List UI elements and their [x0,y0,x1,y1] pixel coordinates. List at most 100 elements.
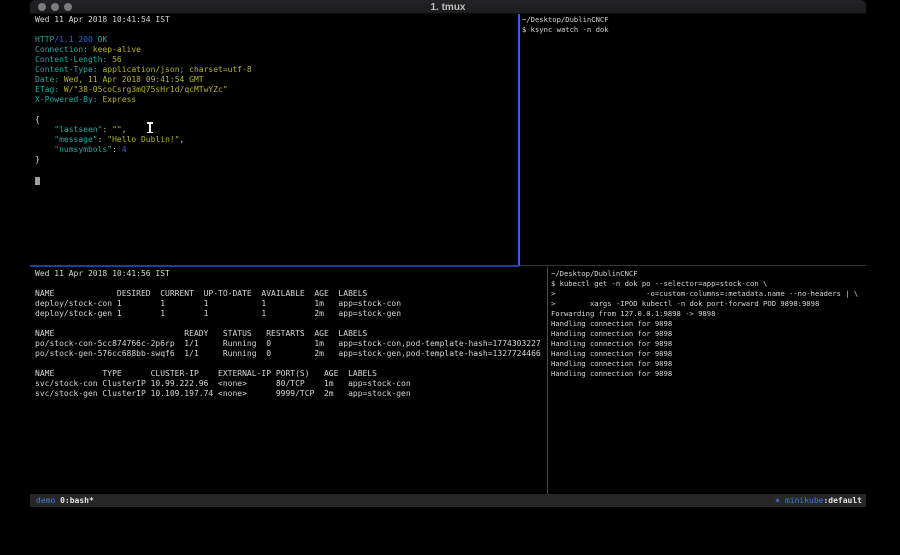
terminal-line: Content-Type: application/json; charset=… [35,65,515,75]
text-segment: ~/Desktop/DublinCNCF [522,15,609,24]
window-tab-0-bash[interactable]: 0:bash* [60,496,94,505]
text-segment: Connection: [35,45,88,54]
terminal-line: Handling connection for 9898 [551,319,863,329]
terminal-line: svc/stock-con ClusterIP 10.99.222.96 <no… [35,379,545,389]
text-segment: Handling connection for 9898 [551,329,672,338]
terminal-line: ~/Desktop/DublinCNCF [522,15,862,25]
text-segment: Wed 11 Apr 2018 10:41:54 IST [35,15,170,24]
text-segment: Handling connection for 9898 [551,339,672,348]
text-segment: Wed, 11 Apr 2018 09:41:54 GMT [59,75,204,84]
text-segment: : [98,135,108,144]
terminal-line: deploy/stock-gen 1 1 1 1 2m app=stock-ge… [35,309,545,319]
text-segment: Content-Type: [35,65,98,74]
text-segment: 4 [122,145,127,154]
terminal-line [35,319,545,329]
terminal-line: ~/Desktop/DublinCNCF [551,269,863,279]
terminal-line: po/stock-gen-576cc688bb-swqf6 1/1 Runnin… [35,349,545,359]
text-segment: OK [98,35,108,44]
text-segment: $ ksync watch -n dok [522,25,609,34]
status-left: demo 0:bash* [36,494,94,507]
text-segment: Content-Length: [35,55,107,64]
terminal-line: Forwarding from 127.0.0.1:9898 -> 9898 [551,309,863,319]
text-segment: NAME TYPE CLUSTER-IP EXTERNAL-IP PORT(S)… [35,369,377,378]
text-segment: Handling connection for 9898 [551,319,672,328]
pane-port-forward[interactable]: ~/Desktop/DublinCNCF$ kubectl get -n dok… [551,269,863,379]
text-segment: Handling connection for 9898 [551,349,672,358]
terminal-line: deploy/stock-con 1 1 1 1 1m app=stock-co… [35,299,545,309]
text-segment: 56 [107,55,121,64]
terminal-line: NAME READY STATUS RESTARTS AGE LABELS [35,329,545,339]
text-segment: deploy/stock-con 1 1 1 1 1m app=stock-co… [35,299,401,308]
pane-http-response[interactable]: Wed 11 Apr 2018 10:41:54 IST HTTP/1.1 200… [35,15,515,185]
terminal-line: po/stock-con-5cc874766c-2p6rp 1/1 Runnin… [35,339,545,349]
terminal-line: Handling connection for 9898 [551,329,863,339]
terminal-line: HTTP/1.1 200 OK [35,35,515,45]
text-segment: X-Powered-By: [35,95,98,104]
window-title: 1. tmux [30,1,866,14]
text-segment: "numsymbols" [35,145,112,154]
text-segment: , [122,125,127,134]
text-segment: Express [98,95,137,104]
terminal-line [35,175,515,185]
terminal-line [35,279,545,289]
text-segment: ETag: [35,85,59,94]
terminal-line: Handling connection for 9898 [551,369,863,379]
text-segment: po/stock-con-5cc874766c-2p6rp 1/1 Runnin… [35,339,541,348]
terminal-line: Connection: keep-alive [35,45,515,55]
pane-kubectl-get[interactable]: Wed 11 Apr 2018 10:41:56 IST NAME DESIRED… [35,269,545,399]
terminal-line: Handling connection for 9898 [551,349,863,359]
tmux-status-bar: demo 0:bash* ⎈ minikube:default [30,494,866,507]
pane-ksync-watch[interactable]: ~/Desktop/DublinCNCF$ ksync watch -n dok [522,15,862,35]
text-segment: Handling connection for 9898 [551,359,672,368]
text-segment: > -o=custom-columns=:metadata.name --no-… [551,289,858,298]
active-pane-divider-horizontal[interactable] [30,265,519,267]
text-segment: svc/stock-con ClusterIP 10.99.222.96 <no… [35,379,411,388]
pane-divider-vertical[interactable] [547,267,548,494]
text-segment: ~/Desktop/DublinCNCF [551,269,638,278]
active-pane-divider-vertical[interactable] [518,14,520,266]
text-segment: "lastseen" [35,125,102,134]
terminal-line: Wed 11 Apr 2018 10:41:56 IST [35,269,545,279]
text-segment: "" [112,125,122,134]
terminal-line: Date: Wed, 11 Apr 2018 09:41:54 GMT [35,75,515,85]
ibeam-bottom-cap [147,132,153,134]
pane-divider-horizontal[interactable] [520,265,866,266]
terminal-line: Handling connection for 9898 [551,359,863,369]
terminal-line: $ ksync watch -n dok [522,25,862,35]
terminal-line: > xargs -IPOD kubectl -n dok port-forwar… [551,299,863,309]
text-segment: Date: [35,75,59,84]
status-right: ⎈ minikube:default [775,494,862,507]
text-segment: keep-alive [88,45,141,54]
text-segment: > xargs -IPOD kubectl -n dok port-forwar… [551,299,819,308]
terminal-line: > -o=custom-columns=:metadata.name --no-… [551,289,863,299]
terminal-line: Wed 11 Apr 2018 10:41:54 IST [35,15,515,25]
text-segment: Wed 11 Apr 2018 10:41:56 IST [35,269,170,278]
terminal-line: NAME DESIRED CURRENT UP-TO-DATE AVAILABL… [35,289,545,299]
terminal-line: "message": "Hello Dublin!", [35,135,515,145]
window-titlebar[interactable]: 1. tmux [30,0,866,14]
terminal-line: X-Powered-By: Express [35,95,515,105]
terminal-window: 1. tmux Wed 11 Apr 2018 10:41:54 IST HTTP… [30,0,866,508]
terminal-line [35,105,515,115]
session-name: demo [36,496,55,505]
terminal-line: $ kubectl get -n dok po --selector=app=s… [551,279,863,289]
terminal-line: svc/stock-gen ClusterIP 10.109.197.74 <n… [35,389,545,399]
text-segment: svc/stock-gen ClusterIP 10.109.197.74 <n… [35,389,411,398]
text-segment: po/stock-gen-576cc688bb-swqf6 1/1 Runnin… [35,349,541,358]
terminal-line: "numsymbols": 4 [35,145,515,155]
kube-namespace: :default [823,496,862,505]
terminal-line [35,165,515,175]
text-segment: Handling connection for 9898 [551,369,672,378]
text-segment: /1.1 200 [54,35,97,44]
terminal-line: } [35,155,515,165]
terminal-line: "lastseen": "", [35,125,515,135]
terminal-line: Handling connection for 9898 [551,339,863,349]
terminal-line [35,25,515,35]
text-segment: NAME DESIRED CURRENT UP-TO-DATE AVAILABL… [35,289,367,298]
text-segment: : [112,145,122,154]
terminal-cursor [35,177,40,185]
text-segment: , [180,135,185,144]
mouse-cursor-ibeam [147,122,153,133]
text-segment: NAME READY STATUS RESTARTS AGE LABELS [35,329,367,338]
text-segment: HTTP [35,35,54,44]
